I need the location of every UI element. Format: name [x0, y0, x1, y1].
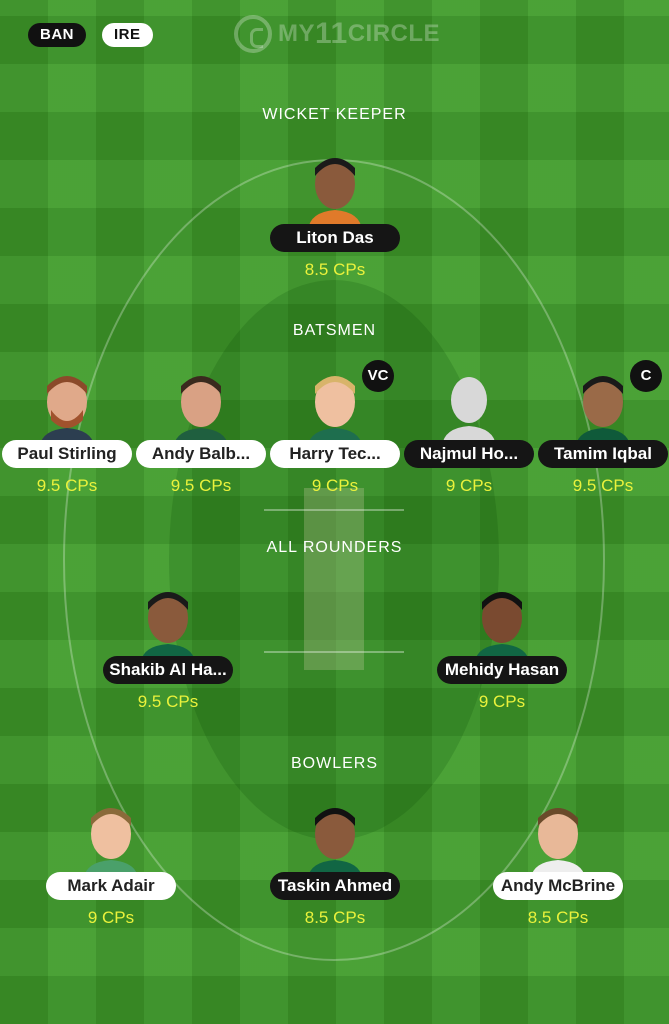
my11circle-watermark: MY 11 CIRCLE	[234, 12, 440, 56]
player-card-andy-mcbrine[interactable]: Andy McBrine 8.5 CPs	[491, 802, 625, 932]
captain-badge: C	[630, 360, 662, 392]
watermark-number: 11	[315, 17, 348, 50]
player-avatar-icon	[576, 376, 630, 446]
player-name: Harry Tec...	[270, 440, 400, 468]
section-title-wicket-keeper: WICKET KEEPER	[262, 106, 407, 123]
cricket-field: BAN IRE MY 11 CIRCLE WICKET KEEPER BATSM…	[0, 0, 669, 1024]
section-title-batsmen: BATSMEN	[292, 322, 377, 339]
player-credits: 9.5 CPs	[572, 476, 634, 495]
my11circle-logo-icon	[234, 15, 272, 53]
player-card-paul-stirling[interactable]: Paul Stirling 9.5 CPs	[0, 370, 134, 500]
player-avatar-icon	[308, 158, 362, 230]
player-avatar-icon	[174, 376, 228, 446]
player-card-najmul-hossain[interactable]: Najmul Ho... 9 CPs	[402, 370, 536, 500]
player-card-mehidy-hasan[interactable]: Mehidy Hasan 9 CPs	[435, 586, 569, 716]
player-credits: 9 CPs	[87, 908, 135, 927]
player-credits: 8.5 CPs	[527, 908, 589, 927]
player-card-liton-das[interactable]: Liton Das 8.5 CPs	[268, 154, 402, 284]
player-avatar-icon	[308, 808, 362, 878]
player-avatar-icon	[141, 592, 195, 662]
player-avatar-icon	[475, 592, 529, 662]
player-name: Shakib Al Ha...	[103, 656, 233, 684]
player-name: Paul Stirling	[2, 440, 132, 468]
player-card-harry-tector[interactable]: Harry Tec... 9 CPs VC	[268, 360, 402, 500]
player-card-shakib-al-hasan[interactable]: Shakib Al Ha... 9.5 CPs	[101, 586, 235, 716]
player-credits: 9.5 CPs	[137, 692, 199, 711]
player-card-mark-adair[interactable]: Mark Adair 9 CPs	[44, 802, 178, 932]
player-credits: 8.5 CPs	[304, 260, 366, 279]
watermark-suffix: CIRCLE	[347, 20, 441, 47]
player-credits: 9 CPs	[311, 476, 359, 495]
player-credits: 9.5 CPs	[36, 476, 98, 495]
team-ire-label: IRE	[102, 23, 153, 47]
player-avatar-icon	[84, 808, 138, 878]
player-name: Andy Balb...	[136, 440, 266, 468]
default-avatar-icon	[442, 377, 496, 446]
pitch	[304, 488, 364, 670]
watermark-prefix: MY	[278, 20, 315, 47]
player-avatar-icon	[40, 376, 94, 446]
player-name: Tamim Iqbal	[538, 440, 668, 468]
vice-captain-badge: VC	[362, 360, 394, 392]
player-name: Najmul Ho...	[404, 440, 534, 468]
player-name: Andy McBrine	[493, 872, 623, 900]
player-name: Liton Das	[270, 224, 400, 252]
player-card-andy-balbirnie[interactable]: Andy Balb... 9.5 CPs	[134, 370, 268, 500]
player-credits: 9 CPs	[478, 692, 526, 711]
player-name: Mark Adair	[46, 872, 176, 900]
player-card-taskin-ahmed[interactable]: Taskin Ahmed 8.5 CPs	[268, 802, 402, 932]
player-avatar-icon	[531, 808, 585, 878]
section-title-all-rounders: ALL ROUNDERS	[266, 539, 403, 556]
player-name: Taskin Ahmed	[270, 872, 400, 900]
section-title-bowlers: BOWLERS	[290, 755, 378, 772]
player-credits: 9.5 CPs	[170, 476, 232, 495]
player-name: Mehidy Hasan	[437, 656, 567, 684]
player-credits: 8.5 CPs	[304, 908, 366, 927]
player-card-tamim-iqbal[interactable]: Tamim Iqbal 9.5 CPs C	[536, 360, 669, 500]
player-avatar-icon	[308, 376, 362, 446]
team-ban-label: BAN	[28, 23, 86, 47]
player-credits: 9 CPs	[445, 476, 493, 495]
